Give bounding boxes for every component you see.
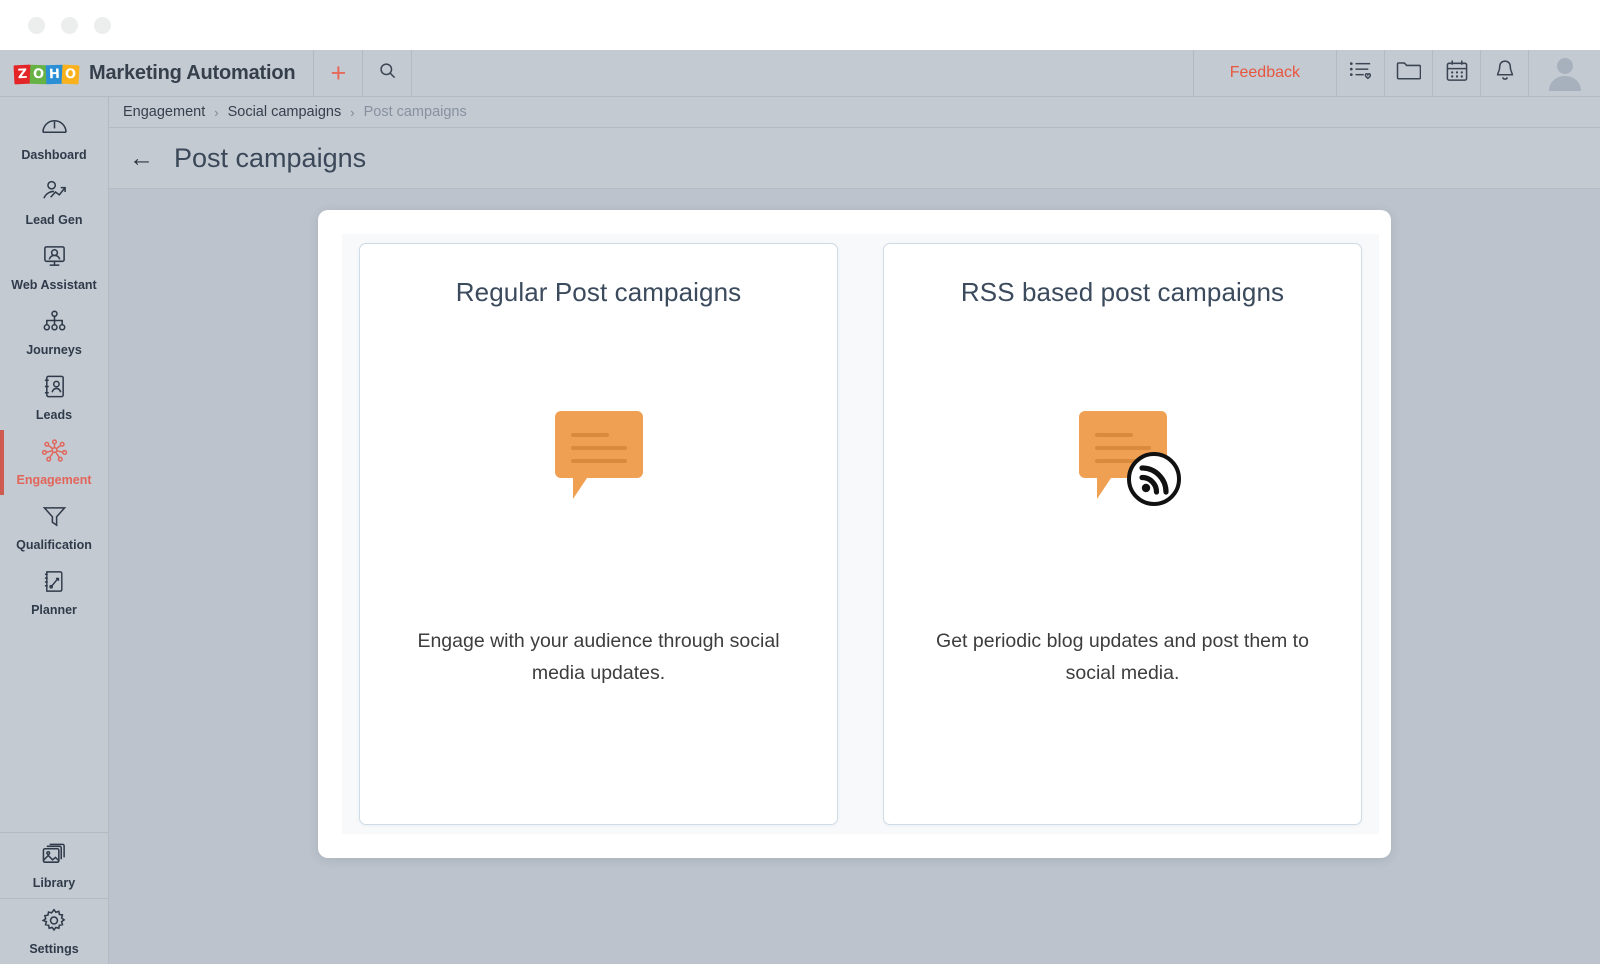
user-avatar-button[interactable] bbox=[1528, 50, 1600, 96]
rss-badge-icon bbox=[1126, 452, 1181, 511]
qualification-icon bbox=[41, 504, 68, 534]
settings-gear-icon bbox=[41, 907, 67, 938]
sidebar-item-qualification[interactable]: Qualification bbox=[0, 495, 108, 560]
content-stage: Regular Post campaigns Engage with your … bbox=[109, 189, 1600, 964]
logo-letter-o2: O bbox=[61, 64, 80, 85]
breadcrumb-item-engagement[interactable]: Engagement bbox=[123, 104, 205, 120]
calendar-icon bbox=[1445, 59, 1469, 87]
app-shell: Z O H O Marketing Automation + Feedback bbox=[0, 50, 1600, 964]
page-title-bar: ← Post campaigns bbox=[109, 128, 1600, 189]
breadcrumb-separator: › bbox=[214, 104, 219, 120]
sidebar-item-settings[interactable]: Settings bbox=[0, 899, 108, 964]
sidebar-item-engagement[interactable]: Engagement bbox=[0, 430, 108, 495]
breadcrumb-item-social-campaigns[interactable]: Social campaigns bbox=[228, 104, 342, 120]
zoho-logo-icon: Z O H O bbox=[13, 62, 80, 85]
breadcrumb-item-post-campaigns: Post campaigns bbox=[363, 104, 467, 120]
campaign-type-list: Regular Post campaigns Engage with your … bbox=[342, 234, 1379, 834]
web-assistant-icon bbox=[41, 244, 68, 274]
sidebar-item-web-assistant[interactable]: Web Assistant bbox=[0, 235, 108, 300]
window-title-bar bbox=[0, 0, 1600, 50]
folder-icon bbox=[1396, 60, 1422, 86]
engagement-icon bbox=[41, 438, 68, 469]
campaign-type-panel: Regular Post campaigns Engage with your … bbox=[318, 210, 1391, 858]
sidebar: Dashboard Lead Gen Web Assistant Journey… bbox=[0, 97, 109, 964]
calendar-button[interactable] bbox=[1432, 50, 1480, 96]
bell-icon bbox=[1494, 59, 1516, 87]
card-title: Regular Post campaigns bbox=[455, 277, 742, 307]
journeys-icon bbox=[41, 309, 68, 339]
sidebar-item-label: Planner bbox=[31, 602, 77, 617]
card-rss-based-post-campaigns[interactable]: RSS based post campaigns Get periodic bl… bbox=[883, 243, 1362, 825]
list-heart-icon bbox=[1349, 60, 1373, 87]
notifications-button[interactable] bbox=[1480, 50, 1528, 96]
card-illustration bbox=[914, 308, 1331, 625]
feedback-button[interactable]: Feedback bbox=[1192, 50, 1336, 96]
card-title: RSS based post campaigns bbox=[960, 277, 1285, 307]
sidebar-item-dashboard[interactable]: Dashboard bbox=[0, 105, 108, 170]
sidebar-primary-nav: Dashboard Lead Gen Web Assistant Journey… bbox=[0, 97, 108, 625]
search-icon bbox=[378, 61, 397, 85]
sidebar-secondary-nav: Library Settings bbox=[0, 832, 108, 964]
leads-icon bbox=[42, 374, 67, 404]
sidebar-item-leads[interactable]: Leads bbox=[0, 365, 108, 430]
card-regular-post-campaigns[interactable]: Regular Post campaigns Engage with your … bbox=[359, 243, 838, 825]
sidebar-item-label: Lead Gen bbox=[25, 212, 83, 227]
speech-bubble-rss-icon bbox=[1073, 407, 1181, 507]
sidebar-item-library[interactable]: Library bbox=[0, 833, 108, 898]
sidebar-item-label: Library bbox=[32, 875, 76, 890]
sidebar-item-label: Dashboard bbox=[21, 147, 87, 162]
list-heart-button[interactable] bbox=[1336, 50, 1384, 96]
speech-bubble-icon bbox=[549, 407, 649, 507]
breadcrumb: Engagement › Social campaigns › Post cam… bbox=[109, 97, 1600, 128]
dashboard-icon bbox=[41, 114, 68, 144]
sidebar-item-planner[interactable]: Planner bbox=[0, 560, 108, 625]
sidebar-item-label: Settings bbox=[29, 941, 79, 956]
library-icon bbox=[41, 842, 68, 872]
card-illustration bbox=[390, 308, 807, 625]
top-header-bar: Z O H O Marketing Automation + Feedback bbox=[0, 50, 1600, 97]
search-button[interactable] bbox=[363, 50, 413, 96]
avatar bbox=[1545, 51, 1585, 96]
sidebar-item-lead-gen[interactable]: Lead Gen bbox=[0, 170, 108, 235]
feedback-label: Feedback bbox=[1229, 64, 1300, 81]
card-description: Get periodic blog updates and post them … bbox=[936, 629, 1309, 684]
sidebar-item-label: Leads bbox=[35, 407, 73, 422]
sidebar-item-label: Web Assistant bbox=[11, 277, 97, 292]
app-title: Marketing Automation bbox=[89, 61, 296, 84]
lead-gen-icon bbox=[41, 179, 68, 209]
sidebar-item-label: Qualification bbox=[16, 537, 92, 552]
close-dot[interactable] bbox=[94, 16, 111, 34]
breadcrumb-separator: › bbox=[350, 104, 355, 120]
sidebar-item-journeys[interactable]: Journeys bbox=[0, 300, 108, 365]
maximize-dot[interactable] bbox=[61, 16, 78, 34]
sidebar-item-label: Engagement bbox=[16, 472, 92, 487]
minimize-dot[interactable] bbox=[28, 16, 45, 34]
body-split: Dashboard Lead Gen Web Assistant Journey… bbox=[0, 97, 1600, 964]
plus-icon: + bbox=[330, 57, 347, 88]
sidebar-item-label: Journeys bbox=[26, 342, 82, 357]
page-title: Post campaigns bbox=[174, 142, 367, 173]
back-arrow-icon[interactable]: ← bbox=[129, 145, 154, 171]
folder-button[interactable] bbox=[1384, 50, 1432, 96]
add-new-button[interactable]: + bbox=[314, 50, 364, 96]
brand-area[interactable]: Z O H O Marketing Automation bbox=[0, 50, 315, 96]
card-description: Engage with your audience through social… bbox=[417, 629, 780, 684]
planner-icon bbox=[42, 569, 67, 599]
main-content: Engagement › Social campaigns › Post cam… bbox=[109, 97, 1600, 964]
logo-letter-o1: O bbox=[29, 64, 48, 85]
